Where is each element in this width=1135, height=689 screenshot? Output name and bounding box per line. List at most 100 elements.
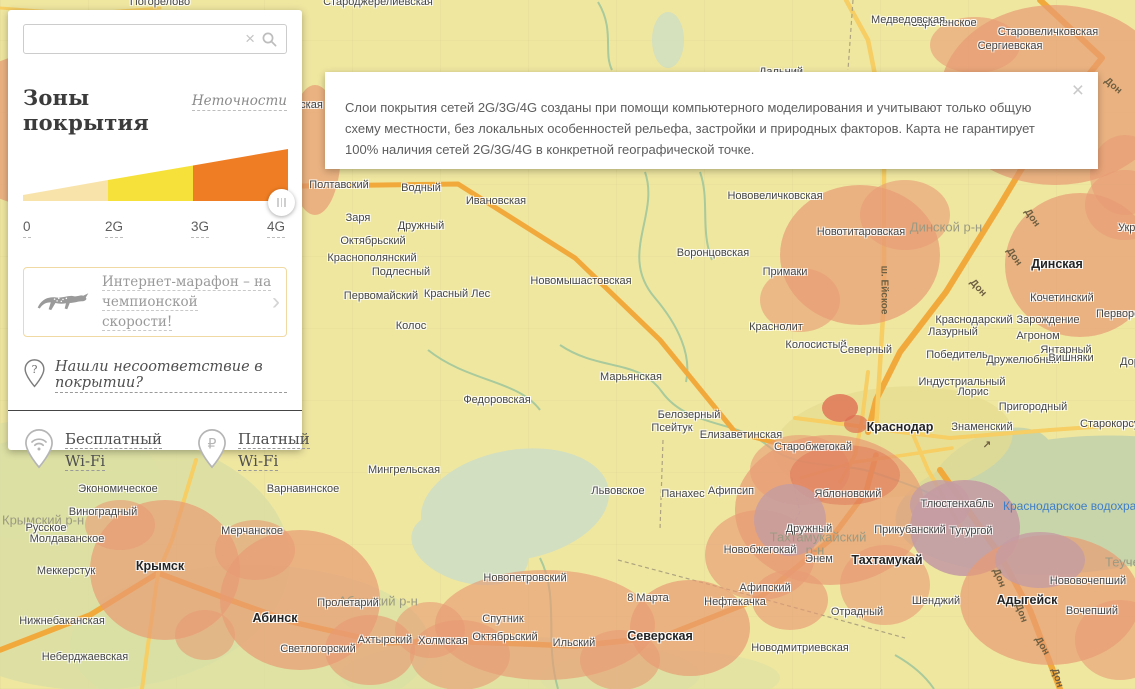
- tick-4g[interactable]: 4G: [266, 219, 285, 238]
- map-label: Новопетровский: [483, 572, 567, 584]
- map-label: Пролетарий: [317, 597, 379, 609]
- map-label: Молдаванское: [29, 533, 105, 545]
- map-label: Пригородный: [998, 401, 1068, 413]
- legend-segment-2g[interactable]: [23, 180, 108, 201]
- map-label: Лорис: [957, 386, 989, 398]
- map-label: Дон: [1102, 75, 1124, 97]
- map-label: Победитель: [926, 349, 988, 361]
- map-label: 8 Марта: [627, 592, 669, 604]
- map-label: Полтавский: [309, 179, 369, 191]
- tick-2g[interactable]: 2G: [105, 219, 124, 238]
- free-wifi-item[interactable]: Бесплатный Wi-Fi: [23, 428, 163, 475]
- map-label: Октябрьский: [340, 235, 406, 247]
- legend-ticks: 0 2G 3G 4G: [23, 219, 287, 241]
- legend-slider-handle[interactable]: [268, 189, 295, 216]
- map-label: Псейтук: [651, 422, 693, 434]
- map-label: Заря: [345, 212, 371, 224]
- map-label: Дон: [967, 277, 989, 299]
- svg-text:₽: ₽: [208, 437, 217, 453]
- map-label: Агроном: [1016, 330, 1060, 342]
- map-label: Северская: [627, 629, 693, 643]
- map-label: Ахтырский: [357, 634, 413, 646]
- map-label: Новодмитриевская: [751, 642, 849, 654]
- map-label: Зарождение: [1016, 314, 1080, 326]
- map-label: Новотитаровская: [816, 226, 906, 238]
- map-label: Примаки: [762, 266, 808, 278]
- paid-wifi-label: Платный Wi-Fi: [238, 430, 310, 471]
- map-label: Неберджаевская: [41, 651, 129, 663]
- clear-search-icon[interactable]: ×: [245, 24, 255, 54]
- internet-marathon-banner[interactable]: Интернет-марафон – на чемпионской скорос…: [23, 267, 287, 337]
- chevron-right-icon: ›: [272, 288, 280, 315]
- close-icon[interactable]: ×: [1072, 80, 1084, 101]
- map-label: Крымск: [135, 559, 185, 573]
- svg-text:?: ?: [32, 363, 38, 376]
- map-label: Дружный: [397, 220, 445, 232]
- map-label: Краснополянский: [327, 252, 417, 264]
- map-label: Краснодар: [866, 420, 934, 434]
- map-label: Красный Лес: [423, 288, 491, 300]
- inaccuracies-link[interactable]: Неточности: [191, 93, 287, 111]
- map-label: Адыгейск: [996, 593, 1058, 607]
- map-label: Краснолит: [749, 321, 803, 333]
- map-label: Дон: [1003, 245, 1025, 269]
- report-mismatch-link[interactable]: ? Нашли несоответствие в покрытии?: [23, 358, 287, 394]
- map-label: Старобжегокай: [773, 441, 853, 453]
- wifi-pin-icon: [23, 428, 55, 475]
- map-label: Яблоновский: [814, 488, 882, 500]
- report-mismatch-label: Нашли несоответствие в покрытии?: [55, 359, 287, 393]
- map-label: Елизаветинская: [699, 429, 783, 441]
- map-label: Медведовская: [870, 14, 946, 26]
- cheetah-icon: [36, 285, 90, 320]
- map-label: Львовское: [591, 485, 645, 497]
- map-label: Абинск: [252, 611, 298, 625]
- map-label: Вишняки: [1048, 352, 1094, 364]
- map-label: Знаменский: [951, 421, 1013, 433]
- paid-wifi-item[interactable]: ₽ Платный Wi-Fi: [196, 428, 310, 475]
- map-label: Подлесный: [371, 266, 431, 278]
- map-label: ↗: [982, 439, 992, 451]
- question-pin-icon: ?: [23, 358, 46, 394]
- tick-3g[interactable]: 3G: [191, 219, 210, 238]
- map-label: Дон: [1048, 667, 1066, 689]
- map-label: Дон: [1032, 634, 1052, 658]
- wifi-options: Бесплатный Wi-Fi ₽ Платный Wi-Fi: [23, 411, 310, 475]
- disclaimer-text: Слои покрытия сетей 2G/3G/4G созданы при…: [345, 100, 1035, 157]
- free-wifi-label: Бесплатный Wi-Fi: [65, 430, 163, 471]
- legend-segment-3g[interactable]: [108, 165, 193, 202]
- map-label: Лазурный: [928, 326, 978, 338]
- map-label: Колосистый: [785, 339, 847, 351]
- coverage-map-app: Погорелово Староджерелиевская Зареченское С…: [0, 0, 1135, 689]
- map-label: Тлюстенхабль: [920, 498, 994, 510]
- coverage-legend: [23, 149, 295, 216]
- map-label: Северный: [839, 344, 893, 356]
- search-icon[interactable]: [262, 24, 277, 54]
- map-label: Сергиевская: [977, 40, 1043, 52]
- map-label: Динская: [1031, 257, 1083, 271]
- map-label: Энем: [805, 553, 833, 565]
- map-label: Спутник: [482, 613, 524, 625]
- map-label: Октябрьский: [472, 631, 538, 643]
- map-label: Шенджий: [911, 595, 961, 607]
- map-label: Старовеличковская: [997, 26, 1099, 38]
- map-label: Староджерелиевская: [323, 0, 433, 8]
- map-label: Тугургой: [949, 525, 993, 537]
- map-label: Кочетинский: [1030, 292, 1094, 304]
- map-label: Марьянская: [600, 371, 662, 383]
- map-label: Белозерный: [657, 409, 721, 421]
- map-label: Дорожный: [1120, 356, 1135, 368]
- map-label: Дон: [990, 566, 1008, 590]
- map-label: Панахес: [661, 488, 705, 500]
- map-label: Мингрельская: [367, 464, 441, 476]
- map-label: Вочепший: [1065, 605, 1119, 617]
- map-label: Экономическое: [78, 483, 158, 495]
- map-label: Мерчанское: [221, 525, 283, 537]
- ruble-pin-icon: ₽: [196, 428, 228, 475]
- map-label: Прикубанский: [874, 524, 946, 536]
- map-label: Украинский: [1118, 222, 1135, 234]
- map-label: Краснодарский: [935, 314, 1013, 326]
- map-label: Теучежский: [1105, 554, 1135, 570]
- map-label: Федоровская: [463, 394, 531, 406]
- map-label: Краснодарское водохранилище: [1003, 499, 1135, 513]
- tick-0[interactable]: 0: [23, 219, 31, 238]
